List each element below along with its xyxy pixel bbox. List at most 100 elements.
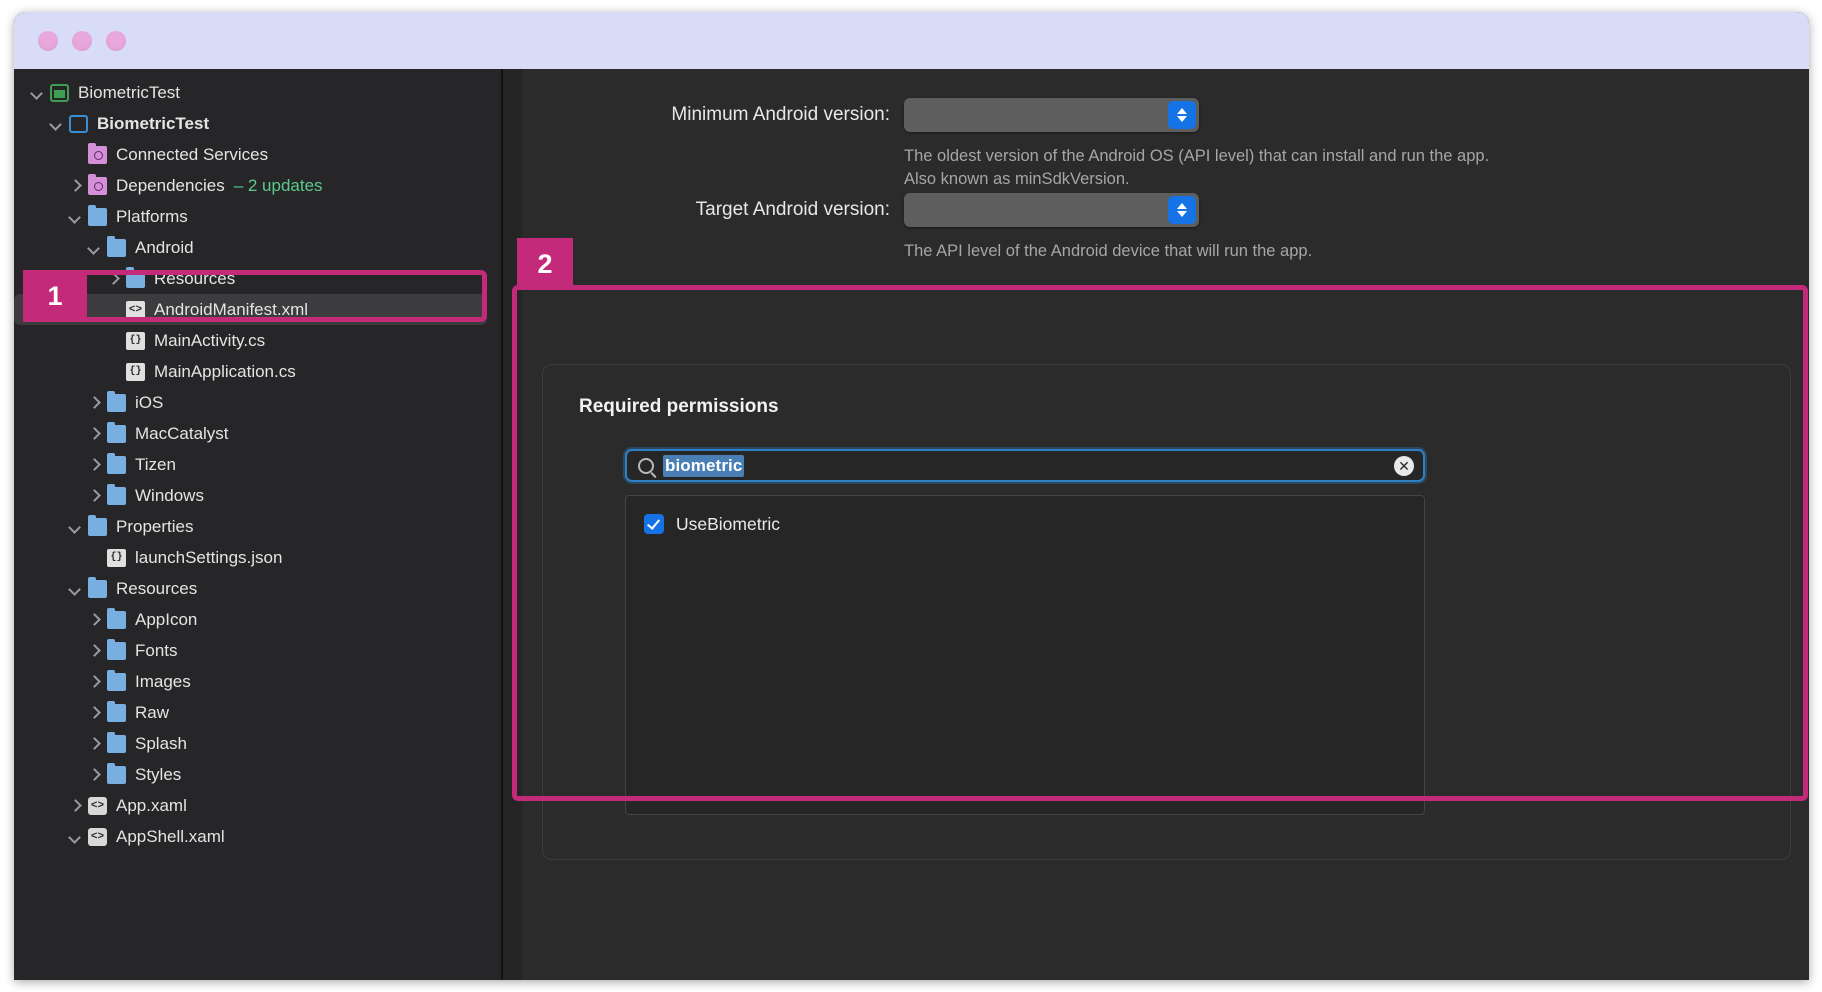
folder-icon <box>107 669 126 691</box>
chevron-updown-icon[interactable] <box>1168 101 1196 129</box>
tree-item-label: Resources <box>154 268 236 288</box>
tree-item-dependencies[interactable]: Dependencies – 2 updates <box>14 170 501 201</box>
tree-item-label: App.xaml <box>116 795 187 815</box>
chevron-right-icon[interactable] <box>85 611 102 628</box>
tree-item-app-xaml[interactable]: <> App.xaml <box>14 790 501 821</box>
solution-tree[interactable]: BiometricTest BiometricTest Connected Serv… <box>14 69 501 852</box>
chevron-right-icon[interactable] <box>85 425 102 442</box>
tree-item-biometrictest[interactable]: BiometricTest <box>14 108 501 139</box>
target-android-version-select[interactable] <box>904 193 1199 227</box>
chevron-down-icon[interactable] <box>28 84 45 101</box>
chevron-placeholder <box>104 332 121 349</box>
tree-item-connected-services[interactable]: Connected Services <box>14 139 501 170</box>
folder-icon <box>107 700 126 722</box>
folder-icon <box>88 576 107 598</box>
zoom-button-icon[interactable] <box>106 30 126 51</box>
tree-item-platforms[interactable]: Platforms <box>14 201 501 232</box>
chevron-right-icon[interactable] <box>85 766 102 783</box>
tree-item-label: AppIcon <box>135 609 198 629</box>
tree-item-biometrictest[interactable]: BiometricTest <box>14 77 501 108</box>
chevron-right-icon[interactable] <box>85 735 102 752</box>
cs-file-icon: {} <box>126 362 145 381</box>
tree-item-mainapplication-cs[interactable]: {} MainApplication.cs <box>14 356 501 387</box>
permission-list-item[interactable]: UseBiometric <box>626 510 1424 538</box>
annotation-badge-1: 1 <box>23 270 87 322</box>
tree-item-label: iOS <box>135 392 164 412</box>
tree-item-label: Images <box>135 671 191 691</box>
chevron-right-icon[interactable] <box>85 673 102 690</box>
chevron-right-icon[interactable] <box>85 704 102 721</box>
target-android-version-label: Target Android version: <box>695 199 890 220</box>
tree-item-images[interactable]: Images <box>14 666 501 697</box>
permission-search-input[interactable]: biometric ✕ <box>625 449 1425 482</box>
chevron-down-icon[interactable] <box>66 208 83 225</box>
folder-icon <box>107 638 126 660</box>
chevron-down-icon[interactable] <box>66 828 83 845</box>
chevron-down-icon[interactable] <box>47 115 64 132</box>
chevron-right-icon[interactable] <box>66 177 83 194</box>
tree-item-label: MainApplication.cs <box>154 361 296 381</box>
tree-item-label: AppShell.xaml <box>116 826 225 846</box>
tree-item-label: Fonts <box>135 640 178 660</box>
tree-item-label: Windows <box>135 485 204 505</box>
tree-item-fonts[interactable]: Fonts <box>14 635 501 666</box>
chevron-right-icon[interactable] <box>85 642 102 659</box>
checkbox-checked-icon[interactable] <box>644 514 664 534</box>
tree-item-note: – 2 updates <box>233 175 323 195</box>
tree-item-label: Properties <box>116 516 194 536</box>
tree-item-tizen[interactable]: Tizen <box>14 449 501 480</box>
chevron-right-icon[interactable] <box>66 797 83 814</box>
json-file-icon: {} <box>107 548 126 567</box>
tree-item-label: Dependencies <box>116 175 225 195</box>
chevron-placeholder <box>104 363 121 380</box>
folder-icon <box>107 390 126 412</box>
tree-item-label: Styles <box>135 764 182 784</box>
xml-file-icon: <> <box>126 300 145 319</box>
chevron-updown-icon[interactable] <box>1168 196 1196 224</box>
tree-item-resources[interactable]: Resources <box>14 263 501 294</box>
project-icon <box>50 83 69 102</box>
tree-item-launchsettings-json[interactable]: {} launchSettings.json <box>14 542 501 573</box>
tree-item-label: MacCatalyst <box>135 423 229 443</box>
tree-item-mainactivity-cs[interactable]: {} MainActivity.cs <box>14 325 501 356</box>
required-permissions-panel: Required permissions biometric ✕ UseBiom… <box>542 364 1791 860</box>
chevron-right-icon[interactable] <box>85 456 102 473</box>
cs-file-icon: {} <box>126 331 145 350</box>
target-android-version-row: Target Android version: <box>604 193 1199 227</box>
minimum-android-version-label: Minimum Android version: <box>671 104 890 125</box>
tree-item-windows[interactable]: Windows <box>14 480 501 511</box>
minimum-android-version-help: The oldest version of the Android OS (AP… <box>904 147 1490 189</box>
tree-item-android[interactable]: Android <box>14 232 501 263</box>
tree-item-ios[interactable]: iOS <box>14 387 501 418</box>
close-button-icon[interactable] <box>38 30 58 51</box>
csproj-icon <box>69 114 88 133</box>
tree-item-label: Splash <box>135 733 187 753</box>
minimum-android-version-row: Minimum Android version: <box>604 98 1199 132</box>
permission-search-value: biometric <box>663 454 745 477</box>
chevron-down-icon[interactable] <box>85 239 102 256</box>
clear-search-icon[interactable]: ✕ <box>1394 455 1414 476</box>
tree-item-appicon[interactable]: AppIcon <box>14 604 501 635</box>
tree-item-maccatalyst[interactable]: MacCatalyst <box>14 418 501 449</box>
minimum-android-version-select[interactable] <box>904 98 1199 132</box>
chevron-down-icon[interactable] <box>66 518 83 535</box>
chevron-right-icon[interactable] <box>85 394 102 411</box>
tree-item-raw[interactable]: Raw <box>14 697 501 728</box>
tree-item-label: AndroidManifest.xml <box>154 299 309 319</box>
tree-item-appshell-xaml[interactable]: <> AppShell.xaml <box>14 821 501 852</box>
chevron-placeholder <box>66 146 83 163</box>
target-android-version-help: The API level of the Android device that… <box>904 242 1313 260</box>
chevron-right-icon[interactable] <box>85 487 102 504</box>
tree-item-resources[interactable]: Resources <box>14 573 501 604</box>
tree-item-styles[interactable]: Styles <box>14 759 501 790</box>
permissions-list[interactable]: UseBiometric <box>625 495 1425 815</box>
chevron-down-icon[interactable] <box>66 580 83 597</box>
folder-icon <box>107 731 126 753</box>
minimize-button-icon[interactable] <box>72 30 92 51</box>
tree-item-label: BiometricTest <box>97 113 210 133</box>
chevron-right-icon[interactable] <box>104 270 121 287</box>
folder-icon <box>107 607 126 629</box>
tree-item-label: Connected Services <box>116 144 269 164</box>
tree-item-splash[interactable]: Splash <box>14 728 501 759</box>
tree-item-properties[interactable]: Properties <box>14 511 501 542</box>
